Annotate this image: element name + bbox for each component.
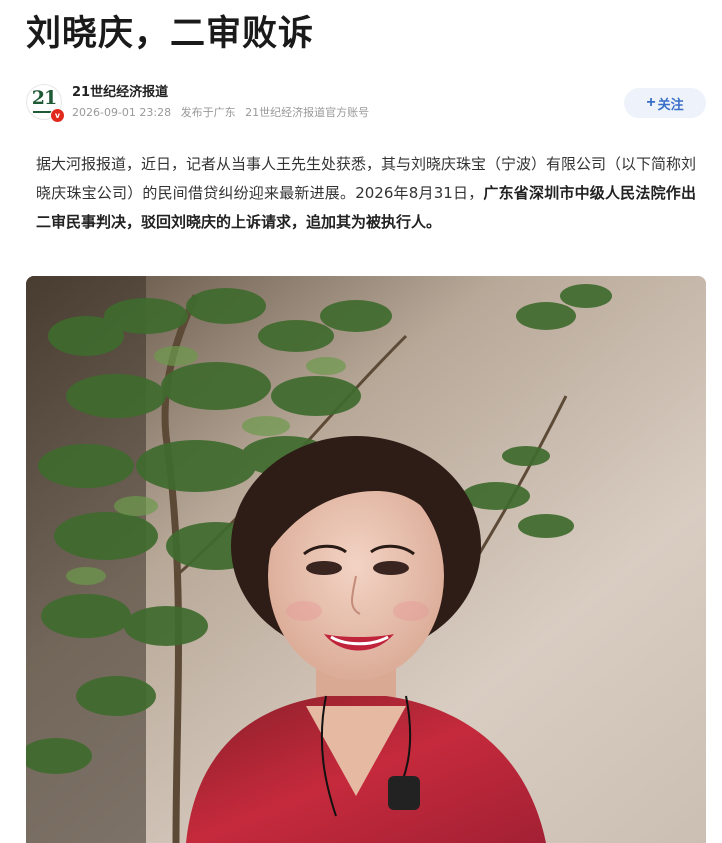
portrait-photo-icon — [26, 276, 706, 843]
plus-icon: + — [646, 94, 656, 111]
account-note: 21世纪经济报道官方账号 — [245, 106, 370, 119]
follow-label: 关注 — [657, 96, 684, 112]
article-paragraph: 据大河报报道，近日，记者从当事人王先生处获悉，其与刘晓庆珠宝（宁波）有限公司（以… — [36, 150, 696, 237]
newspaper-logo-icon: 21 — [31, 87, 57, 109]
post-location: 发布于广东 — [180, 106, 236, 119]
article-title: 刘晓庆，二审败诉 — [26, 14, 315, 54]
article-photo[interactable] — [26, 276, 706, 843]
follow-button[interactable]: + 关注 — [624, 88, 706, 118]
post-timestamp: 2026-09-01 23:28 — [72, 106, 172, 119]
post-meta: 2026-09-01 23:28 发布于广东 21世纪经济报道官方账号 — [72, 105, 375, 121]
author-name[interactable]: 21世纪经济报道 — [72, 84, 168, 102]
verified-badge-icon: v — [50, 108, 65, 123]
author-row: 21 v 21世纪经济报道 2026-09-01 23:28 发布于广东 21世… — [26, 84, 706, 124]
